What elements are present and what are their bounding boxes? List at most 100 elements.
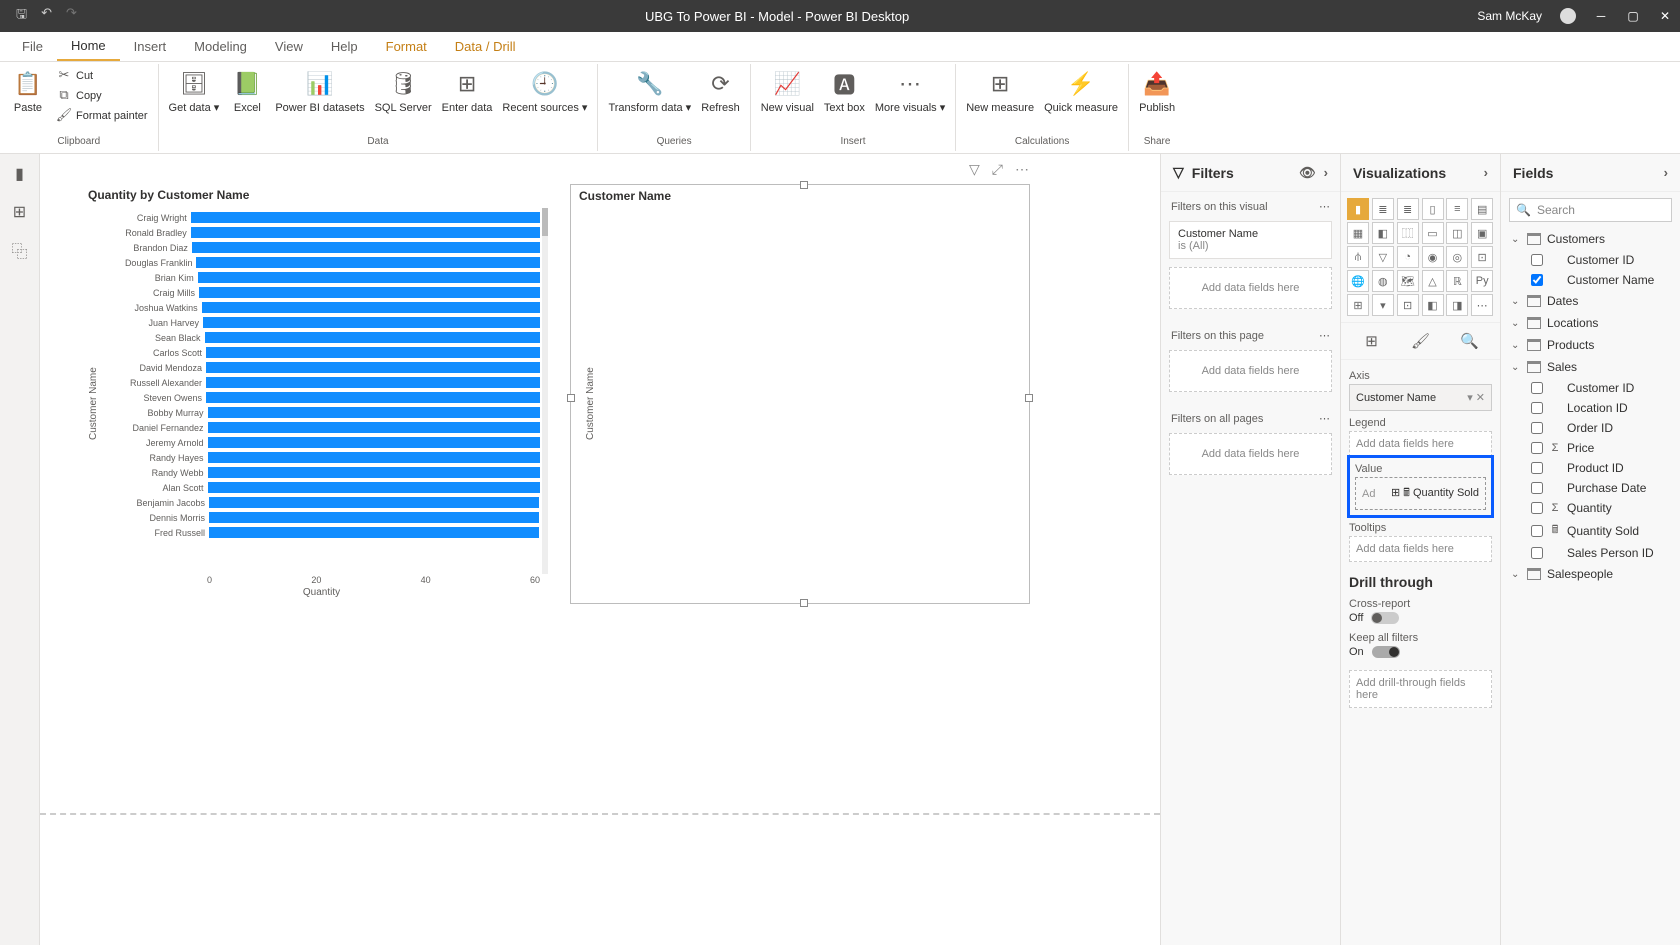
viz-type-icon[interactable]: ⊡ xyxy=(1471,246,1493,268)
viz-type-icon[interactable]: ◎ xyxy=(1446,246,1468,268)
chart-bar-row[interactable]: Alan Scott xyxy=(109,480,540,495)
viz-type-icon[interactable]: ⫛ xyxy=(1347,246,1369,268)
viz-type-icon[interactable]: ▮ xyxy=(1347,198,1369,220)
viz-type-icon[interactable]: △ xyxy=(1422,270,1444,292)
new-measure-button[interactable]: ⊞New measure xyxy=(962,66,1038,116)
chart-bar-row[interactable]: David Mendoza xyxy=(109,360,540,375)
save-icon[interactable]: 🖫 xyxy=(16,5,27,27)
tab-modeling[interactable]: Modeling xyxy=(180,32,261,61)
close-button[interactable]: ✕ xyxy=(1658,9,1672,23)
viz-type-icon[interactable]: ≣ xyxy=(1397,198,1419,220)
well-tooltips[interactable]: Add data fields here xyxy=(1349,536,1492,562)
chart-bar-row[interactable]: Sean Black xyxy=(109,330,540,345)
text-box-button[interactable]: 🅰Text box xyxy=(820,66,869,116)
tab-help[interactable]: Help xyxy=(317,32,372,61)
filters-visual-more[interactable]: ⋯ xyxy=(1319,200,1330,213)
report-canvas[interactable]: Quantity by Customer Name Customer Name … xyxy=(40,154,1160,945)
chart-bar-row[interactable]: Steven Owens xyxy=(109,390,540,405)
tab-view[interactable]: View xyxy=(261,32,317,61)
chart-scrollbar[interactable] xyxy=(542,208,548,574)
filters-collapse-icon[interactable]: › xyxy=(1324,165,1328,180)
well-axis[interactable]: Customer Name▾ ✕ xyxy=(1349,384,1492,411)
viz-type-icon[interactable]: ▭ xyxy=(1422,222,1444,244)
viz-type-icon[interactable]: 🗺 xyxy=(1397,270,1419,292)
get-data-button[interactable]: 🗄Get data ▾ xyxy=(165,66,224,116)
viz-type-icon[interactable]: ▾ xyxy=(1372,294,1394,316)
field-location-id[interactable]: Location ID xyxy=(1505,398,1676,418)
chart-bar-row[interactable]: Douglas Franklin xyxy=(109,255,540,270)
viz-type-icon[interactable]: ▽ xyxy=(1372,246,1394,268)
viz-fields-tab[interactable]: ⊞ xyxy=(1360,329,1384,353)
fields-collapse-icon[interactable]: › xyxy=(1664,165,1668,180)
keep-filters-toggle[interactable] xyxy=(1372,646,1400,658)
tab-format[interactable]: Format xyxy=(372,32,441,61)
filters-visibility-icon[interactable]: 👁 xyxy=(1299,165,1316,181)
maximize-button[interactable]: ▢ xyxy=(1626,9,1640,23)
copy-button[interactable]: ⧉Copy xyxy=(52,86,152,104)
field-customer-id[interactable]: Customer ID xyxy=(1505,378,1676,398)
viz-type-icon[interactable]: ≡ xyxy=(1446,198,1468,220)
table-products[interactable]: ⌄Products xyxy=(1505,334,1676,356)
report-view-icon[interactable]: ▮ xyxy=(10,164,30,184)
viz-type-icon[interactable]: ⊡ xyxy=(1397,294,1419,316)
format-painter-button[interactable]: 🖌Format painter xyxy=(52,106,152,124)
well-value[interactable]: Ad⊞ 🖩 Quantity Sold xyxy=(1355,477,1486,510)
chart-bar-row[interactable]: Ronald Bradley xyxy=(109,225,540,240)
field-quantity-sold[interactable]: 🖩Quantity Sold xyxy=(1505,518,1676,543)
viz-analytics-tab[interactable]: 🔍 xyxy=(1458,329,1482,353)
viz-type-icon[interactable]: ◉ xyxy=(1422,246,1444,268)
viz-type-icon[interactable]: ▤ xyxy=(1471,198,1493,220)
filters-page-more[interactable]: ⋯ xyxy=(1319,329,1330,342)
filters-all-more[interactable]: ⋯ xyxy=(1319,412,1330,425)
chart-bar-row[interactable]: Fred Russell xyxy=(109,525,540,540)
viz-type-icon[interactable]: ≣ xyxy=(1372,198,1394,220)
field-order-id[interactable]: Order ID xyxy=(1505,418,1676,438)
chart-bar-row[interactable]: Daniel Fernandez xyxy=(109,420,540,435)
viz-format-tab[interactable]: 🖌 xyxy=(1409,329,1433,353)
tab-file[interactable]: File xyxy=(8,32,57,61)
filter-card-customer-name[interactable]: Customer Name is (All) xyxy=(1169,221,1332,259)
refresh-button[interactable]: ⟳Refresh xyxy=(697,66,744,116)
chart-bar-row[interactable]: Dennis Morris xyxy=(109,510,540,525)
drill-through-well[interactable]: Add drill-through fields here xyxy=(1349,670,1492,708)
chart-bar-row[interactable]: Craig Wright xyxy=(109,210,540,225)
field-product-id[interactable]: Product ID xyxy=(1505,458,1676,478)
new-visual-button[interactable]: 📈New visual xyxy=(757,66,818,116)
fields-search[interactable]: 🔍 Search xyxy=(1509,198,1672,222)
table-dates[interactable]: ⌄Dates xyxy=(1505,290,1676,312)
avatar[interactable] xyxy=(1560,8,1576,24)
chart-bar-row[interactable]: Craig Mills xyxy=(109,285,540,300)
quick-measure-button[interactable]: ⚡Quick measure xyxy=(1040,66,1122,116)
publish-button[interactable]: 📤Publish xyxy=(1135,66,1179,116)
viz-type-icon[interactable]: ⊞ xyxy=(1347,294,1369,316)
table-salespeople[interactable]: ⌄Salespeople xyxy=(1505,563,1676,585)
data-view-icon[interactable]: ⊞ xyxy=(10,202,30,222)
undo-icon[interactable]: ↶ xyxy=(41,5,52,27)
model-view-icon[interactable]: ⿻ xyxy=(10,240,30,260)
chart-bar-row[interactable]: Randy Hayes xyxy=(109,450,540,465)
viz-type-icon[interactable]: ◔ xyxy=(1397,246,1419,268)
viz-type-icon[interactable]: ◧ xyxy=(1422,294,1444,316)
minimize-button[interactable]: ─ xyxy=(1594,9,1608,23)
filter-drop-page[interactable]: Add data fields here xyxy=(1169,350,1332,392)
viz-type-icon[interactable]: ◧ xyxy=(1372,222,1394,244)
viz-type-icon[interactable]: ▣ xyxy=(1471,222,1493,244)
chart-bar-row[interactable]: Carlos Scott xyxy=(109,345,540,360)
paste-button[interactable]: 📋Paste xyxy=(6,66,50,116)
field-price[interactable]: ΣPrice xyxy=(1505,438,1676,458)
visual-filter-icon[interactable]: ▽ xyxy=(969,161,980,178)
sql-server-button[interactable]: 🛢SQL Server xyxy=(371,66,436,116)
excel-button[interactable]: 📗Excel xyxy=(225,66,269,116)
chart-bar-row[interactable]: Jeremy Arnold xyxy=(109,435,540,450)
field-customer-id[interactable]: Customer ID xyxy=(1505,250,1676,270)
enter-data-button[interactable]: ⊞Enter data xyxy=(438,66,497,116)
user-name[interactable]: Sam McKay xyxy=(1477,9,1542,23)
chart-bar-row[interactable]: Joshua Watkins xyxy=(109,300,540,315)
transform-data-button[interactable]: 🔧Transform data ▾ xyxy=(604,66,695,116)
tab-insert[interactable]: Insert xyxy=(120,32,181,61)
more-visuals-button[interactable]: ⋯More visuals ▾ xyxy=(871,66,949,116)
chart-bar-row[interactable]: Juan Harvey xyxy=(109,315,540,330)
viz-type-icon[interactable]: ◍ xyxy=(1372,270,1394,292)
field-purchase-date[interactable]: Purchase Date xyxy=(1505,478,1676,498)
field-quantity[interactable]: ΣQuantity xyxy=(1505,498,1676,518)
